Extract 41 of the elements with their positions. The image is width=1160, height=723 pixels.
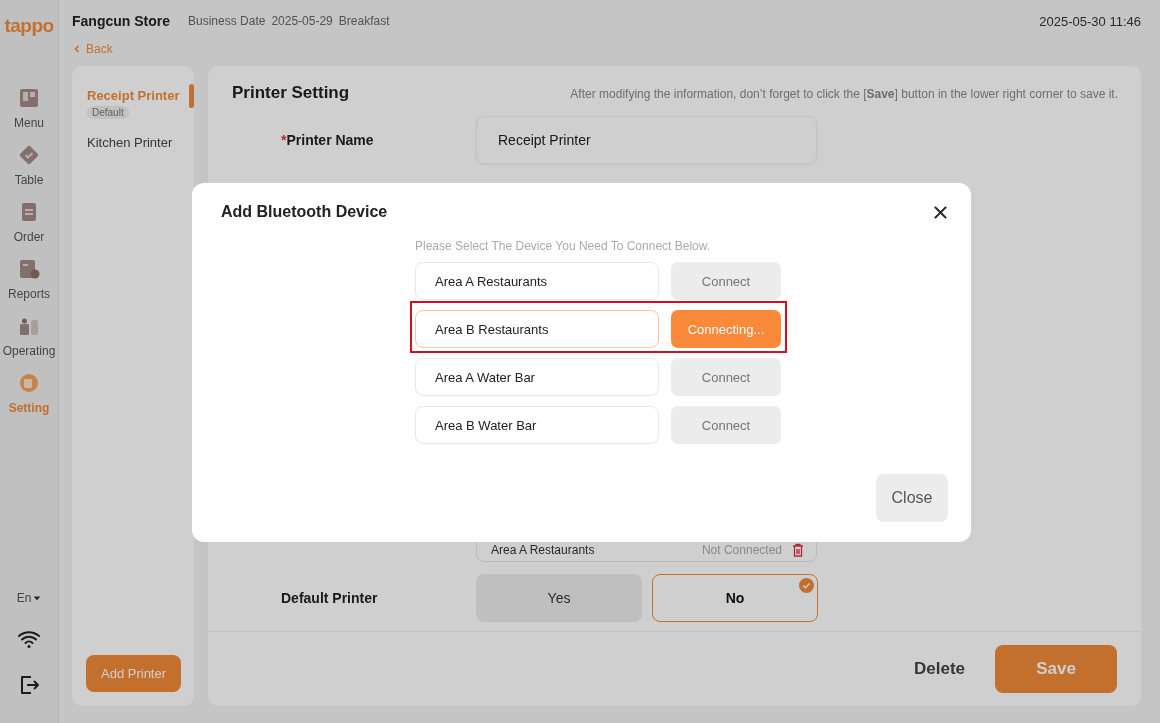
store-name: Fangcun Store [72,13,170,29]
save-hint: After modifying the information, don’t forget to click the [Save] button in the lower right corner to save it. [570,87,1118,101]
nav-item[interactable]: Table [0,143,58,187]
logo: tappo [4,15,54,37]
nav-item[interactable]: Order [0,200,58,244]
dialog-title: Add Bluetooth Device [221,203,388,221]
device-name-field: Area A Water Bar [415,358,659,396]
nav-item[interactable]: Menu [0,86,58,130]
device-name-field: Area B Restaurants [415,310,659,348]
connect-button[interactable]: Connect [671,406,781,444]
field-label: *Printer Name [281,132,375,148]
chevron-left-icon [72,44,82,54]
printer-item[interactable]: Kitchen Printer [72,135,194,150]
selection-indicator [189,84,194,108]
device-name-field: Area A Restaurants [415,262,659,300]
business-date: 2025-05-29 [271,14,333,28]
printer-name-field[interactable]: Receipt Printer [476,116,817,164]
device-name-field: Area B Water Bar [415,406,659,444]
business-date-label: Business Date [188,14,266,28]
field-label: Default Printer [281,590,379,606]
printer-item[interactable]: Receipt Printer Default [72,88,194,119]
panel-title: Printer Setting [232,83,350,103]
option-button[interactable]: Yes [476,574,642,622]
nav-item[interactable]: Reports [0,257,58,301]
check-icon [799,578,814,593]
meal-period: Breakfast [338,14,390,28]
caret-icon [33,594,42,602]
menu-board-icon [17,86,41,110]
nav-item[interactable]: Operating [0,314,58,358]
close-button[interactable]: Close [876,474,948,522]
instruction-text: Please Select The Device You Need To Connect Below. [415,239,712,253]
report-icon [17,257,41,281]
language-selector[interactable]: En [16,591,42,605]
trash-icon[interactable] [792,543,804,557]
delete-button[interactable]: Delete [907,658,971,680]
option-button[interactable]: No [652,574,818,622]
default-tag: Default [87,106,129,119]
connect-button[interactable]: Connect [671,358,781,396]
close-icon[interactable] [933,204,948,220]
date-time: 2025-05-30 11:46 [1039,13,1141,29]
connect-button[interactable]: Connect [671,262,781,300]
